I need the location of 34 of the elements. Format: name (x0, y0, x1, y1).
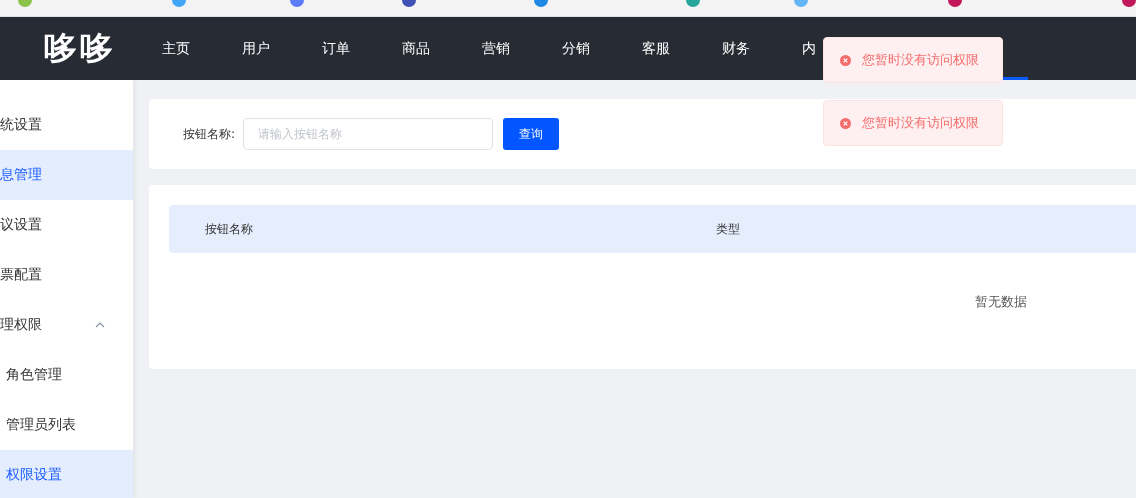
active-tab-indicator (1000, 77, 1028, 80)
sidebar-item[interactable]: 息管理 (0, 150, 133, 200)
sidebar-item[interactable]: 理权限 (0, 300, 133, 350)
bookmark-icon[interactable] (534, 0, 548, 8)
nav-tab[interactable]: 分销 (556, 39, 636, 58)
toast-message: 您暂时没有访问权限 (862, 114, 979, 132)
error-icon (840, 54, 851, 66)
empty-text: 暂无数据 (974, 293, 1028, 311)
nav-tab[interactable]: 营销 (476, 39, 556, 58)
bookmark-icon[interactable] (290, 0, 304, 8)
sidebar-item[interactable]: 议设置 (0, 200, 133, 250)
nav-tab[interactable]: 客服 (636, 39, 716, 58)
sidebar-subitem[interactable]: 权限设置 (0, 450, 133, 498)
bookmark-icon[interactable] (686, 0, 700, 8)
sidebar-item[interactable]: 统设置 (0, 100, 133, 150)
column-header: 按钮名称 (205, 220, 254, 238)
sidebar-subitem[interactable]: 管理员列表 (0, 400, 133, 450)
nav-tab[interactable]: 主页 (156, 39, 236, 58)
nav-tab[interactable]: 财务 (716, 39, 796, 58)
field-label: 按钮名称: (183, 125, 236, 143)
query-button[interactable]: 查询 (503, 118, 560, 150)
bookmark-icon[interactable] (402, 0, 416, 8)
toast-message: 您暂时没有访问权限 (862, 51, 979, 69)
sidebar-item[interactable]: 票配置 (0, 250, 133, 300)
nav-tab[interactable]: 商品 (396, 39, 476, 58)
sidebar-subitem[interactable]: 角色管理 (0, 350, 133, 400)
logo: 哆哆 (43, 27, 117, 69)
error-icon (840, 117, 851, 129)
bookmark-icon[interactable] (1122, 0, 1136, 8)
nav-tab[interactable]: 订单 (316, 39, 396, 58)
column-header: 类型 (716, 220, 740, 238)
search-field[interactable]: 请输入按钮名称 (243, 118, 494, 150)
nav-tab[interactable]: 用户 (236, 39, 316, 58)
bookmark-icon[interactable] (948, 0, 962, 8)
